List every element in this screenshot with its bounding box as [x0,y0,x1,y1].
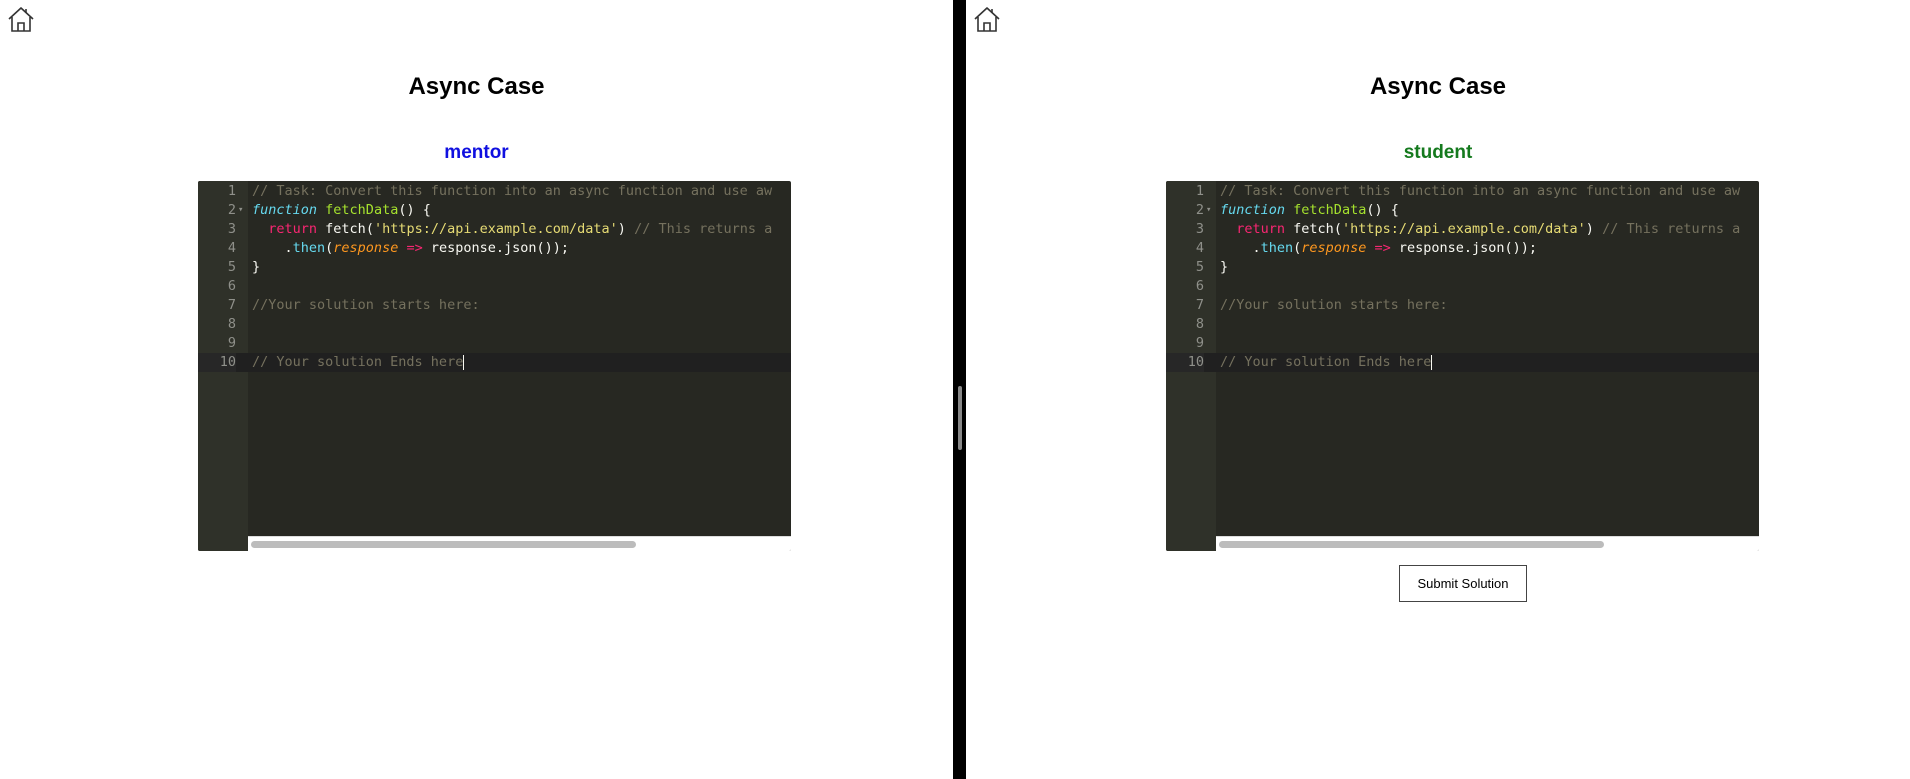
line-number: 9 [1195,335,1204,351]
line-number: 4 [1195,240,1204,256]
line-number: 10 [1166,353,1204,372]
code-line-active[interactable]: 10 // Your solution Ends here [198,353,791,372]
code-line[interactable]: 1 // Task: Convert this function into an … [1166,182,1759,201]
student-pane: Async Case student 1 // Task: Convert thi… [966,0,1910,779]
scrollbar-thumb[interactable] [251,541,636,548]
line-number: 5 [227,259,236,275]
submit-solution-button[interactable]: Submit Solution [1399,565,1527,602]
code-line[interactable]: 2 ▾ function fetchData() { [1166,201,1759,220]
code-line[interactable]: 7 //Your solution starts here: [198,296,791,315]
fold-arrow-icon[interactable]: ▾ [1206,201,1211,220]
code-line[interactable]: 8 [198,315,791,334]
line-number: 9 [227,335,236,351]
role-label: student [1403,142,1473,163]
scrollbar-thumb[interactable] [1219,541,1604,548]
line-number: 1 [227,183,236,199]
code-text: .then(response => response.json()); [252,240,570,256]
code-line[interactable]: 5} [1166,258,1759,277]
home-icon[interactable] [6,4,36,34]
line-number: 7 [227,297,236,313]
code-text: return fetch('https://api.example.com/da… [1236,221,1741,237]
code-text: //Your solution starts here: [1220,297,1448,313]
text-cursor [463,354,465,370]
code-text: } [1220,259,1229,275]
line-number: 7 [1195,297,1204,313]
page-title: Async Case [408,73,545,100]
line-number: 5 [1195,259,1204,275]
code-line-active[interactable]: 10 // Your solution Ends here [1166,353,1759,372]
home-icon[interactable] [972,4,1002,34]
line-number: 10 [198,353,236,372]
code-line[interactable]: 9 [1166,334,1759,353]
line-number: 3 [1195,221,1204,237]
code-line[interactable]: 6 [198,277,791,296]
line-number: 2 [1195,202,1204,218]
code-line[interactable]: 1 // Task: Convert this function into an … [198,182,791,201]
code-editor[interactable]: 1 // Task: Convert this function into an … [198,181,791,551]
code-text: .then(response => response.json()); [1220,240,1538,256]
text-cursor [1431,354,1433,370]
split-divider[interactable] [953,0,966,779]
fold-arrow-icon[interactable]: ▾ [238,201,243,220]
code-line[interactable]: 9 [198,334,791,353]
code-text: // Task: Convert this function into an a… [1220,183,1741,199]
code-text: return fetch('https://api.example.com/da… [268,221,773,237]
code-line[interactable]: 8 [1166,315,1759,334]
code-text: } [252,259,261,275]
code-text: //Your solution starts here: [252,297,480,313]
code-line[interactable]: 3 return fetch('https://api.example.com/… [1166,220,1759,239]
code-editor[interactable]: 1 // Task: Convert this function into an … [1166,181,1759,551]
mentor-pane: Async Case mentor 1 // Task: Convert this… [0,0,953,779]
code-line[interactable]: 4 .then(response => response.json()); [1166,239,1759,258]
code-line[interactable]: 5} [198,258,791,277]
page-title: Async Case [1369,73,1507,100]
code-line[interactable]: 7 //Your solution starts here: [1166,296,1759,315]
horizontal-scrollbar[interactable] [248,536,791,551]
code-text: // Your solution Ends here [1220,354,1433,370]
line-number: 2 [227,202,236,218]
line-number: 6 [227,278,236,294]
code-line[interactable]: 4 .then(response => response.json()); [198,239,791,258]
line-number: 8 [227,316,236,332]
line-number: 3 [227,221,236,237]
line-number: 1 [1195,183,1204,199]
line-number: 8 [1195,316,1204,332]
code-text: function fetchData() { [252,202,431,218]
line-number: 4 [227,240,236,256]
code-text: // Your solution Ends here [252,354,465,370]
horizontal-scrollbar[interactable] [1216,536,1759,551]
role-label: mentor [444,142,509,163]
code-text: function fetchData() { [1220,202,1399,218]
line-number: 6 [1195,278,1204,294]
code-text: // Task: Convert this function into an a… [252,183,773,199]
divider-handle[interactable] [958,386,962,450]
code-line[interactable]: 2 ▾ function fetchData() { [198,201,791,220]
code-line[interactable]: 3 return fetch('https://api.example.com/… [198,220,791,239]
code-line[interactable]: 6 [1166,277,1759,296]
